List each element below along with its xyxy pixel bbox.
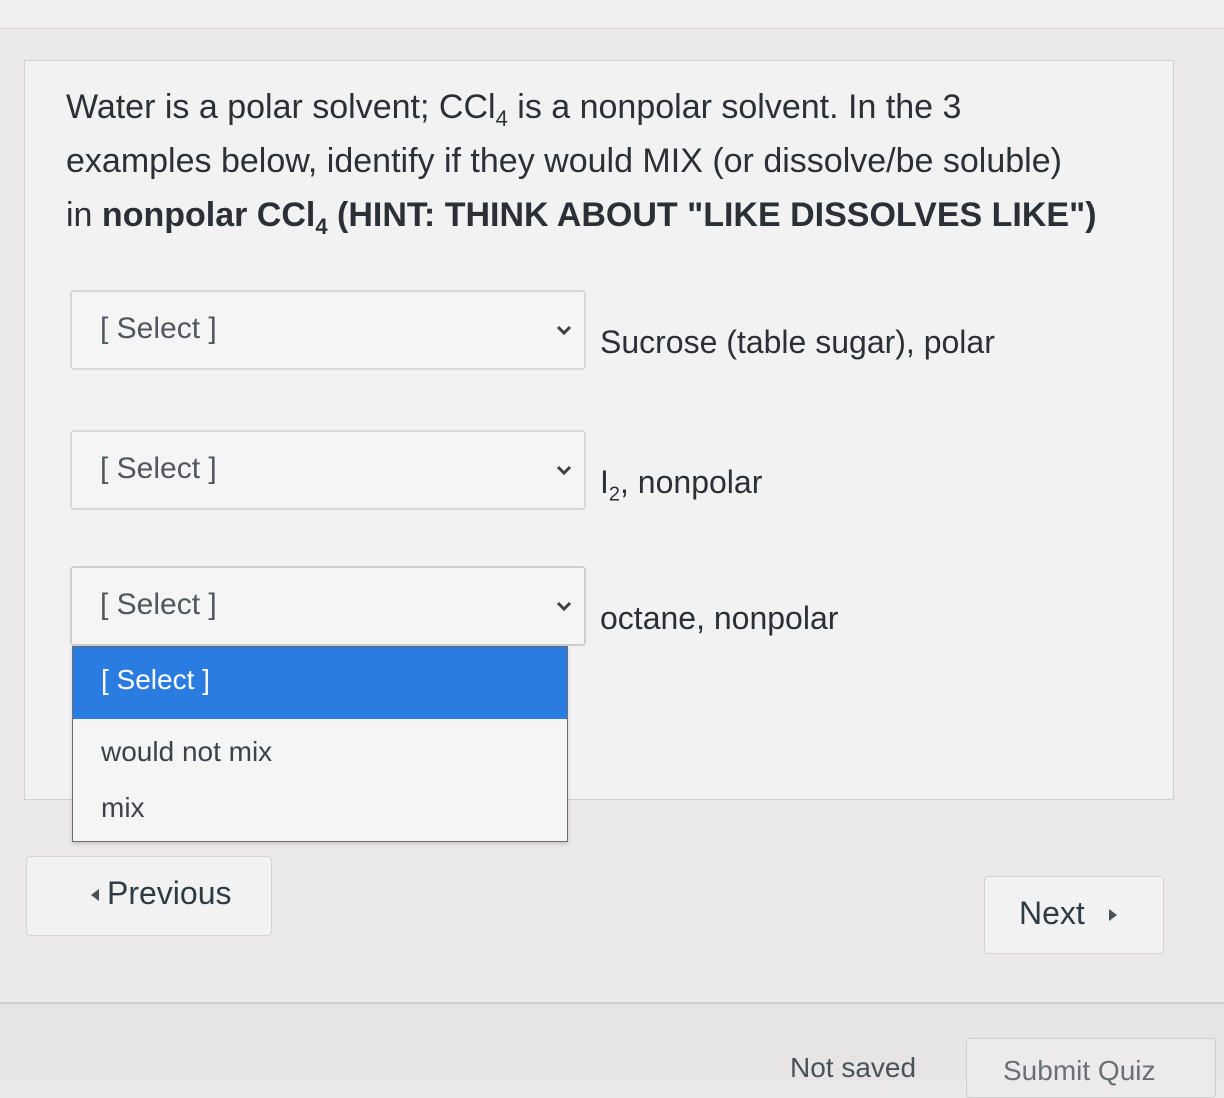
dropdown-options-list: [ Select ] would not mix mix (72, 646, 568, 842)
chevron-down-icon (556, 465, 572, 476)
row-label-octane: octane, nonpolar (600, 600, 839, 636)
next-label: Next (1019, 895, 1085, 931)
row-label-iodine: I2, nonpolar (600, 464, 763, 504)
select-value: [ Select ] (100, 452, 217, 485)
row-label-iodine-subscript: 2 (608, 483, 621, 506)
dropdown-option-mix[interactable]: mix (73, 777, 567, 839)
previous-label: Previous (107, 875, 232, 911)
select-value: [ Select ] (100, 588, 217, 621)
row-label-sucrose: Sucrose (table sugar), polar (600, 324, 995, 360)
dropdown-option-select[interactable]: [ Select ] (73, 647, 567, 719)
save-status: Not saved (790, 1052, 917, 1083)
top-bar (0, 0, 1224, 29)
select-dropdown-sucrose[interactable]: [ Select ] (70, 290, 586, 370)
question-subscript-2: 4 (315, 213, 328, 239)
chevron-down-icon (556, 601, 572, 612)
submit-quiz-label: Submit Quiz (1003, 1055, 1156, 1086)
question-line1-after: is a nonpolar solvent. In the 3 (507, 88, 962, 126)
next-button[interactable]: Next (984, 876, 1164, 954)
next-arrow-icon (1109, 909, 1117, 921)
previous-arrow-icon (91, 889, 99, 901)
select-value: [ Select ] (100, 312, 217, 345)
question-line3-bold-before: nonpolar CCl (101, 196, 316, 234)
question-subscript-1: 4 (495, 105, 508, 131)
question-line3-bold-after: (HINT: THINK ABOUT "LIKE DISSOLVES LIKE"… (327, 196, 1097, 234)
row-label-iodine-after: , nonpolar (620, 464, 763, 500)
row-label-iodine-main: I (600, 464, 609, 500)
previous-button[interactable]: Previous (26, 856, 272, 936)
dropdown-option-would-not-mix[interactable]: would not mix (73, 721, 567, 783)
question-line2: examples below, identify if they would M… (66, 142, 1062, 180)
select-dropdown-octane[interactable]: [ Select ] (70, 566, 586, 646)
question-line3-before: in (66, 196, 102, 234)
question-line1-before: Water is a polar solvent; CCl (66, 88, 496, 126)
select-dropdown-iodine[interactable]: [ Select ] (70, 430, 586, 510)
chevron-down-icon (556, 325, 572, 336)
question-text: Water is a polar solvent; CCl4 is a nonp… (66, 80, 1186, 242)
submit-quiz-button[interactable]: Submit Quiz (966, 1038, 1216, 1098)
